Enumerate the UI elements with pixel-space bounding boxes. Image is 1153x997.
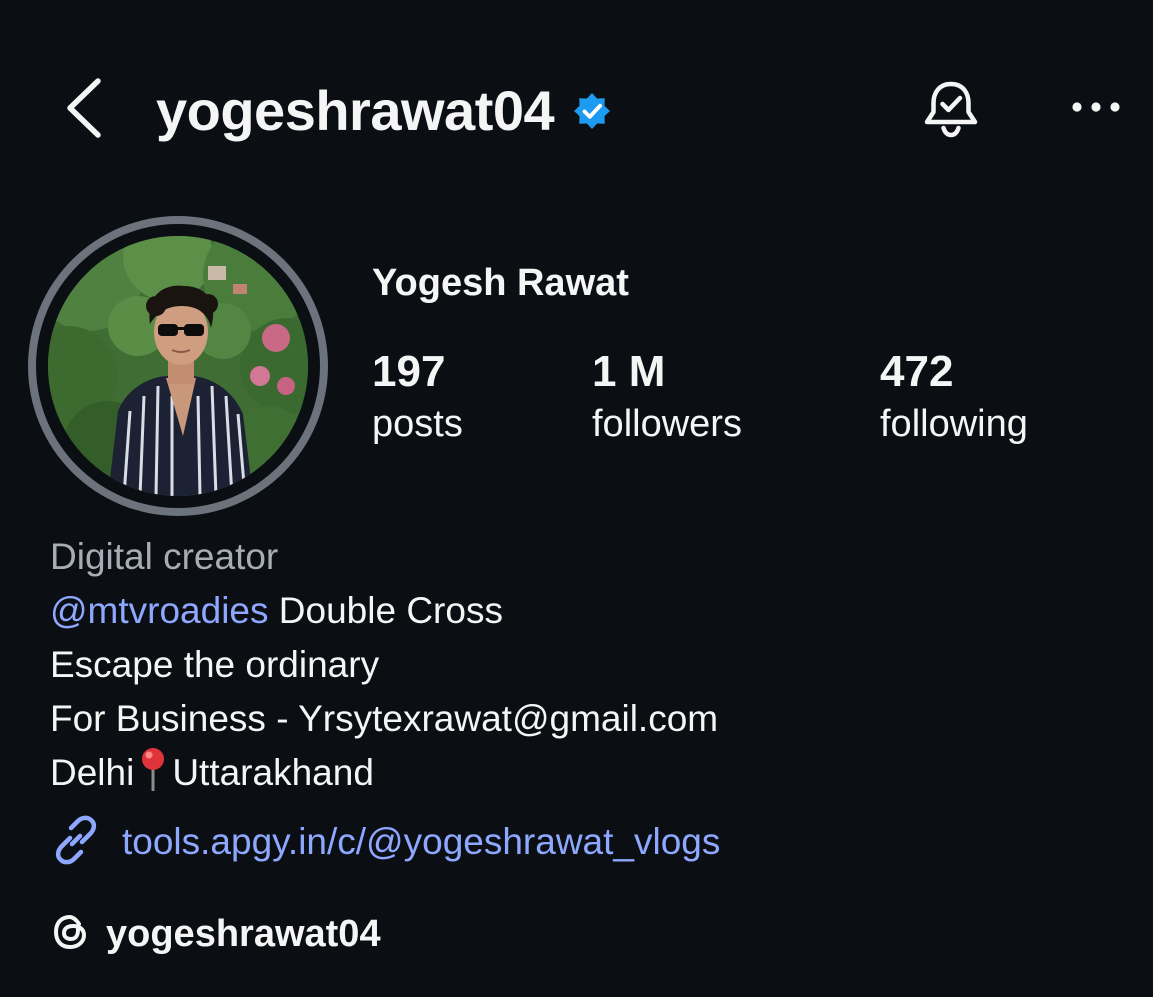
notifications-button[interactable] (914, 74, 988, 148)
location-to: Uttarakhand (172, 752, 374, 793)
bio: Digital creator @mtvroadies Double Cross… (50, 530, 718, 806)
more-horizontal-icon (1071, 100, 1121, 118)
threads-badge[interactable]: yogeshrawat04 (50, 906, 381, 962)
threads-icon (50, 911, 92, 958)
chevron-left-icon (64, 77, 104, 144)
username: yogeshrawat04 (156, 79, 555, 142)
external-link[interactable]: tools.apgy.in/c/@yogeshrawat_vlogs (50, 812, 720, 872)
followers-stat[interactable]: 1 M followers (592, 344, 742, 448)
following-stat[interactable]: 472 following (880, 344, 1028, 448)
posts-stat[interactable]: 197 posts (372, 344, 463, 448)
username-title: yogeshrawat04 (156, 78, 612, 144)
category-label: Digital creator (50, 536, 279, 577)
back-button[interactable] (52, 72, 116, 148)
followers-label: followers (592, 403, 742, 445)
verified-badge-icon (572, 91, 612, 131)
bell-check-icon (920, 78, 982, 145)
bio-line-2: Escape the ordinary (50, 644, 380, 685)
posts-label: posts (372, 403, 463, 445)
more-options-button[interactable] (1064, 86, 1128, 132)
link-icon (50, 814, 102, 871)
bio-line-3: For Business - Yrsytexrawat@gmail.com (50, 698, 719, 739)
display-name: Yogesh Rawat (372, 262, 629, 304)
threads-handle: yogeshrawat04 (106, 912, 381, 955)
location-from: Delhi (50, 752, 135, 793)
avatar-frame (36, 224, 320, 508)
profile-header: yogeshrawat04 (0, 0, 1153, 220)
mention-link[interactable]: @mtvroadies (50, 590, 269, 631)
posts-count: 197 (372, 347, 446, 396)
following-label: following (880, 403, 1028, 445)
avatar (48, 236, 308, 496)
bio-line-1: @mtvroadies Double Cross (50, 584, 718, 638)
bio-line-4: Delhi Uttarakhand (50, 746, 718, 806)
round-pushpin-icon (138, 747, 168, 806)
followers-count: 1 M (592, 347, 666, 396)
link-text: tools.apgy.in/c/@yogeshrawat_vlogs (122, 821, 721, 862)
bio-line-1-text: Double Cross (268, 590, 503, 631)
avatar-story-ring[interactable] (28, 216, 328, 516)
following-count: 472 (880, 347, 954, 396)
